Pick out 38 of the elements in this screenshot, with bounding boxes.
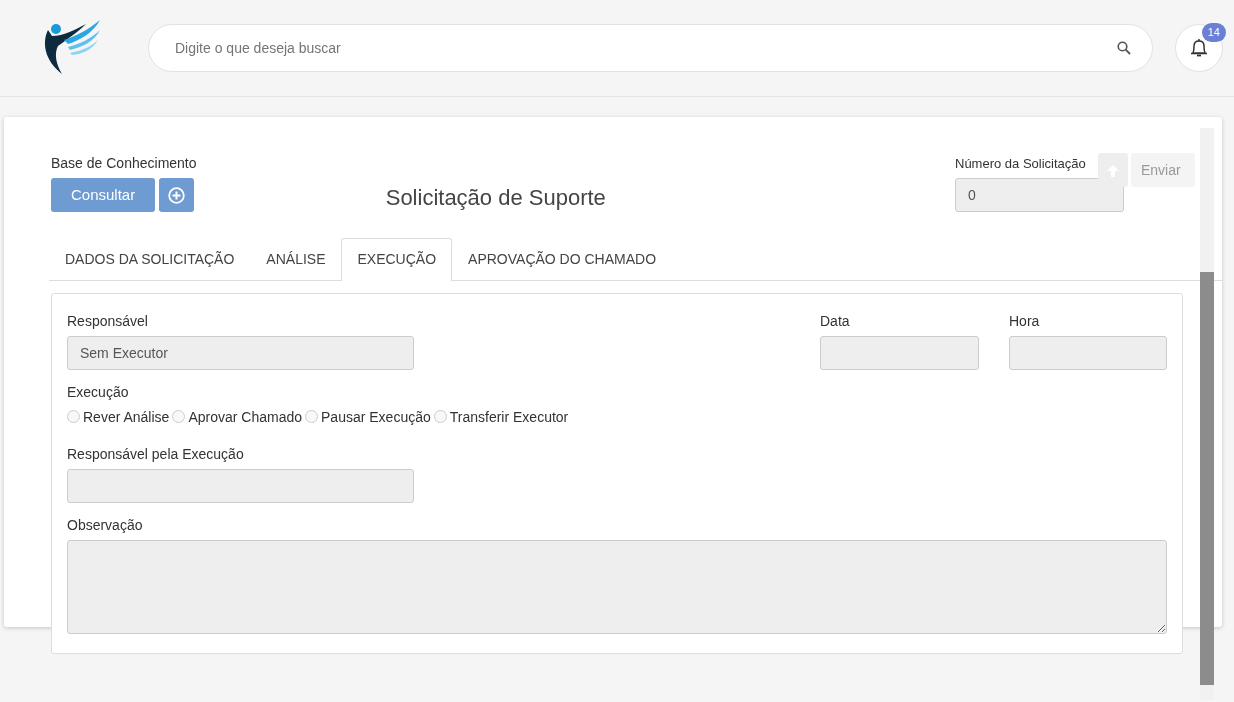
radio-label[interactable]: Pausar Execução [321, 409, 431, 425]
notes-field[interactable] [67, 540, 1167, 634]
radio-label[interactable]: Aprovar Chamado [188, 409, 302, 425]
scrollbar[interactable] [1200, 128, 1214, 700]
request-number-field[interactable]: 0 [955, 177, 1124, 212]
field-label: Responsável [67, 312, 149, 331]
logo-icon [42, 20, 102, 76]
radio-button[interactable] [305, 410, 318, 423]
radio-button[interactable] [67, 410, 80, 423]
tab[interactable]: APROVAÇÃO DO CHAMADO [452, 238, 673, 281]
radio-button[interactable] [172, 410, 186, 423]
responsible-field[interactable]: Sem Executor [67, 336, 414, 370]
upload-button[interactable] [1098, 153, 1128, 187]
add-button[interactable] [159, 178, 195, 212]
radio-button[interactable] [433, 410, 447, 423]
field-label: Data [820, 312, 851, 331]
field-label: Hora [1009, 312, 1041, 331]
bell-icon [1190, 38, 1208, 58]
radio-label[interactable]: Transferir Executor [449, 409, 569, 425]
date-field[interactable] [820, 336, 979, 370]
field-label: Responsável pela Execução [67, 445, 245, 464]
notification-button[interactable]: 14 [1175, 24, 1223, 72]
field-label: Base de Conhecimento [51, 154, 197, 173]
search-field[interactable]: Digite o que deseja buscar [148, 24, 1153, 72]
plus-circle-icon [168, 186, 186, 204]
tab[interactable]: EXECUÇÃO [341, 238, 453, 281]
executor-field[interactable] [67, 469, 414, 503]
notification-count: 14 [1201, 23, 1226, 42]
search-icon[interactable] [1117, 41, 1131, 55]
tab[interactable]: ANÁLISE [250, 238, 342, 281]
field-label: Observação [67, 516, 144, 535]
field-label: Número da Solicitação [955, 155, 1086, 173]
tab[interactable]: DADOS DA SOLICITAÇÃO [49, 238, 251, 281]
time-field[interactable] [1009, 336, 1167, 370]
field-label: Execução [67, 383, 130, 402]
scrollbar-thumb[interactable] [1200, 272, 1214, 685]
page-title: Solicitação de Suporte [385, 185, 606, 212]
radio-label[interactable]: Rever Análise [83, 409, 170, 425]
